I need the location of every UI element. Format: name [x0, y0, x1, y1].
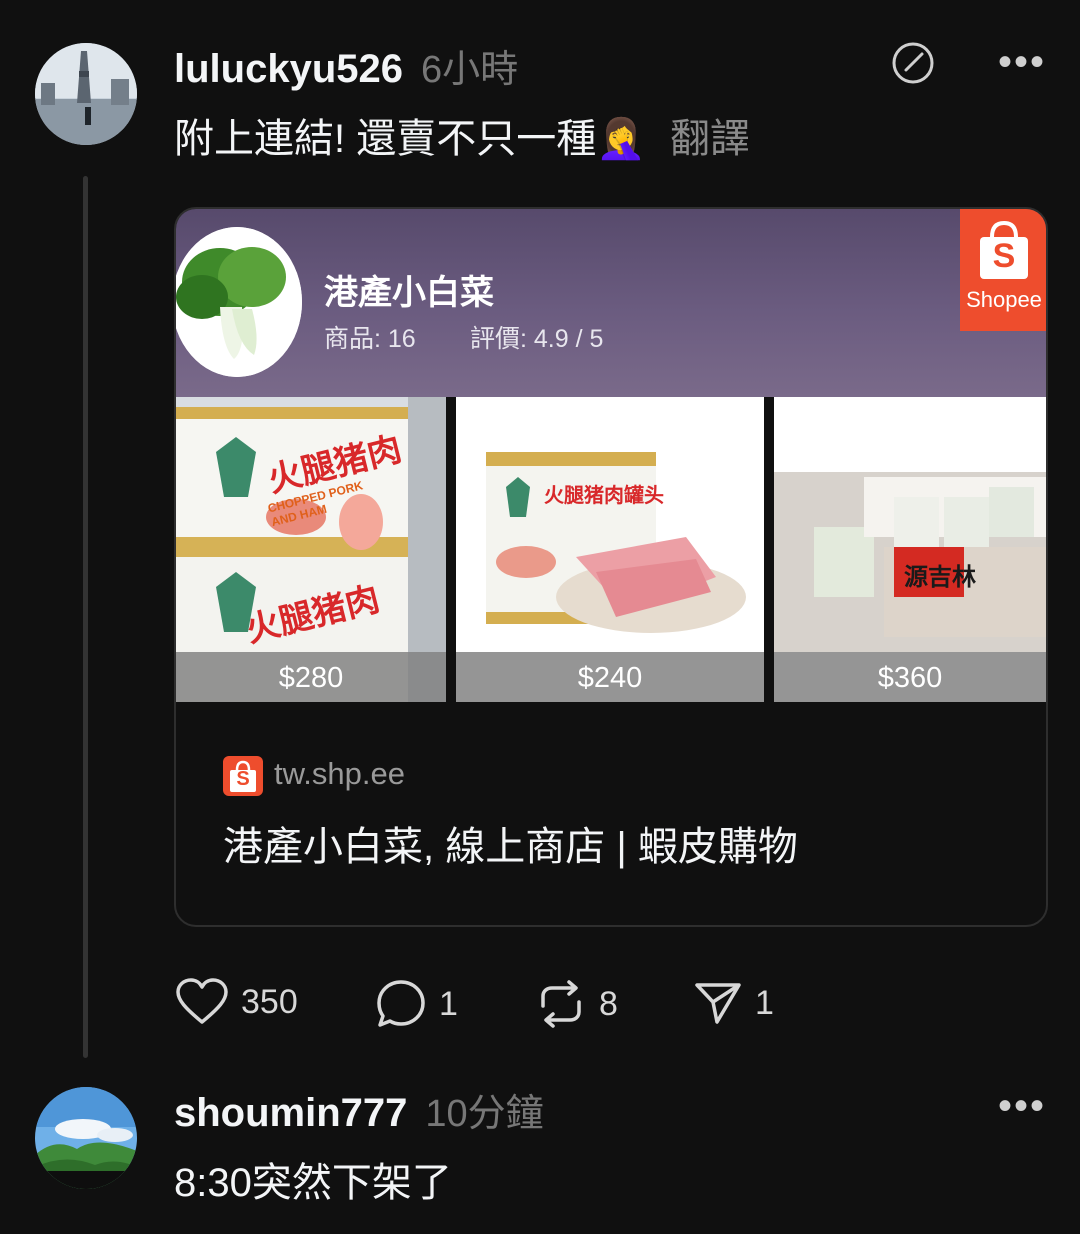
product-price: $280 [176, 652, 446, 702]
reply-count: 1 [439, 984, 458, 1023]
repost-count: 8 [599, 984, 618, 1023]
reply-username[interactable]: shoumin777 [174, 1091, 407, 1135]
repost-button[interactable]: 8 [535, 978, 618, 1030]
shopee-badge: S Shopee [960, 209, 1046, 331]
link-footer[interactable]: S tw.shp.ee 港產小白菜, 線上商店 | 蝦皮購物 [176, 702, 1046, 925]
repost-icon [541, 980, 581, 1028]
reply-text: 8:30突然下架了 [174, 1161, 452, 1205]
shop-logo [176, 227, 302, 377]
shop-banner: 港產小白菜 商品: 16 評價: 4.9 / 5 S Shopee [176, 209, 1046, 397]
product-label: 火腿猪肉罐头 [544, 485, 664, 507]
shop-rating: 評價: 4.9 / 5 [470, 325, 604, 353]
link-domain: tw.shp.ee [274, 756, 405, 791]
shopee-letter: S [992, 237, 1016, 275]
product-card[interactable]: 源吉林 $360 [774, 397, 1046, 702]
post-header: luluckyu526 6小時 [174, 38, 518, 91]
reply-header: shoumin777 10分鐘 [174, 1082, 544, 1135]
shop-name: 港產小白菜 [324, 274, 494, 312]
product-price: $360 [774, 652, 1046, 702]
product-label: 源吉林 [904, 564, 976, 591]
post-text: 附上連結! 還賣不只一種🤦‍♀️ 翻譯 [174, 106, 750, 164]
product-count: 商品: 16 [324, 325, 416, 353]
like-count: 350 [241, 982, 298, 1021]
more-horizontal-icon[interactable]: ••• [998, 40, 1046, 85]
thread-line [83, 176, 88, 1058]
link-preview-card[interactable]: 港產小白菜 商品: 16 評價: 4.9 / 5 S Shopee 火腿猪肉 C… [174, 207, 1048, 927]
send-icon [695, 983, 741, 1024]
avatar[interactable] [35, 43, 137, 145]
edit-circle-icon[interactable] [890, 40, 936, 86]
share-button[interactable]: 1 [693, 978, 774, 1028]
translate-link[interactable]: 翻譯 [670, 117, 750, 161]
username[interactable]: luluckyu526 [174, 47, 403, 91]
post-body: 附上連結! 還賣不只一種🤦‍♀️ [174, 117, 647, 161]
timestamp: 6小時 [421, 49, 519, 91]
shopee-label: Shopee [966, 287, 1042, 312]
share-count: 1 [755, 983, 774, 1022]
reply-more-horizontal-icon[interactable]: ••• [998, 1084, 1046, 1129]
product-card[interactable]: 火腿猪肉罐头 $240 [456, 397, 764, 702]
heart-icon [176, 978, 228, 1024]
comment-icon [377, 980, 425, 1027]
like-button[interactable]: 350 [175, 978, 298, 1026]
link-title: 港產小白菜, 線上商店 | 蝦皮購物 [223, 825, 798, 869]
product-card[interactable]: 火腿猪肉 CHOPPED PORK AND HAM 火腿猪肉 $280 [176, 397, 446, 702]
reply-avatar[interactable] [35, 1087, 137, 1189]
reply-button[interactable]: 1 [375, 978, 458, 1030]
shopee-favicon-icon: S [223, 756, 263, 796]
product-price: $240 [456, 652, 764, 702]
shopee-bag-icon: S [974, 219, 1034, 281]
favicon-letter: S [236, 768, 250, 790]
reply-timestamp: 10分鐘 [425, 1093, 544, 1135]
